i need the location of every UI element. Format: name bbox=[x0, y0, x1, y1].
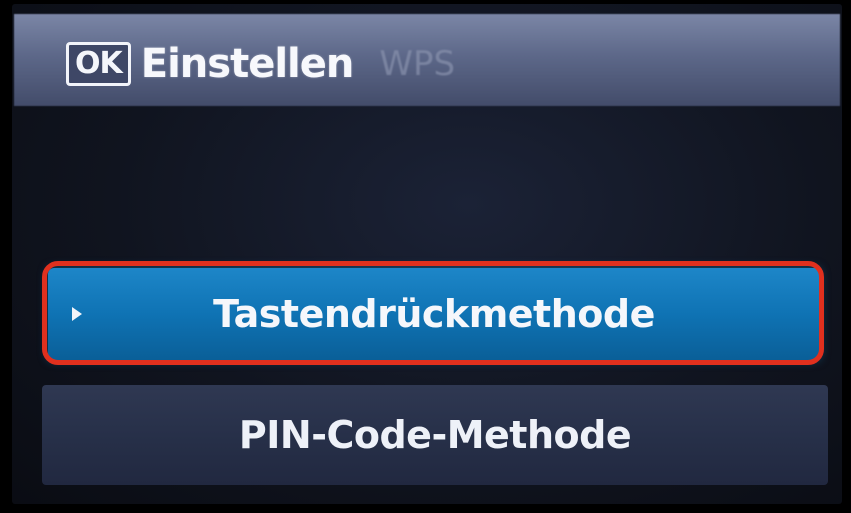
photo-frame: OK Einstellen WPS Tastendrückmethode PIN… bbox=[0, 0, 851, 513]
play-arrow-icon bbox=[72, 307, 82, 321]
option-label: Tastendrückmethode bbox=[213, 292, 655, 336]
mode-label: WPS bbox=[379, 44, 456, 84]
header: OK Einstellen WPS bbox=[66, 40, 455, 88]
option-pin-code-method[interactable]: PIN-Code-Methode bbox=[42, 385, 828, 485]
ok-key-icon: OK bbox=[66, 42, 131, 86]
option-push-button-method[interactable]: Tastendrückmethode bbox=[48, 268, 820, 360]
page-title: Einstellen bbox=[140, 41, 355, 87]
option-label: PIN-Code-Methode bbox=[238, 413, 632, 457]
